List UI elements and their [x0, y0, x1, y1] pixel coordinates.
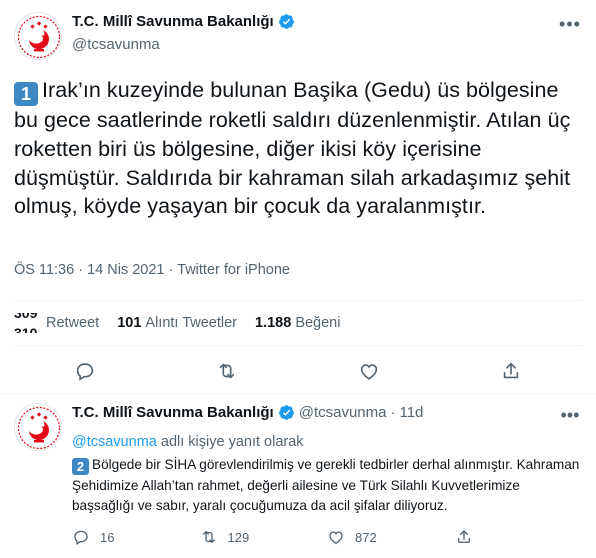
- retweet-label: Retweet: [46, 315, 100, 331]
- retweet-icon: [202, 531, 215, 543]
- reply-action[interactable]: 16: [72, 528, 200, 546]
- replying-to: @tcsavunma adlı kişiye yanıt olarak: [72, 434, 304, 450]
- msb-avatar[interactable]: [14, 12, 62, 60]
- tweet-time: ÖS 11:36: [14, 262, 75, 278]
- more-icon[interactable]: •••: [558, 403, 582, 427]
- tweet-meta: ÖS 11:36 · 14 Nis 2021 · Twitter for iPh…: [14, 262, 290, 278]
- meta-separator: ·: [78, 262, 84, 278]
- reply-tweet-text: 2 Bölgede bir SİHA görevlendirilmiş ve ge…: [72, 455, 582, 517]
- header-separator: ·: [390, 404, 396, 421]
- reply-to-mention[interactable]: @tcsavunma: [72, 434, 157, 450]
- verified-badge-icon: [278, 14, 294, 30]
- like-count: 872: [355, 529, 377, 545]
- tweet-actions: [14, 352, 582, 390]
- share-icon[interactable]: [500, 360, 522, 382]
- like-stat[interactable]: 1.188 Beğeni: [255, 315, 340, 331]
- retweet-count-bottom: 310: [14, 325, 38, 333]
- tweet-date: 14 Nis 2021: [87, 262, 165, 278]
- retweet-action[interactable]: 129: [200, 528, 328, 546]
- quote-count: 101: [117, 315, 142, 331]
- reply-count: 16: [100, 529, 115, 545]
- reply-to-suffix: adlı kişiye yanıt olarak: [160, 434, 304, 450]
- keycap-number-badge: 2: [72, 458, 89, 475]
- msb-emblem-icon: [16, 14, 61, 59]
- like-count: 1.188: [255, 315, 292, 331]
- author-handle[interactable]: @tcsavunma: [72, 36, 160, 53]
- tweet-stats: 309 310 Retweet 101 Alıntı Tweetler 1.18…: [14, 300, 582, 346]
- like-icon: [329, 531, 343, 545]
- like-label: Beğeni: [295, 315, 341, 331]
- reply-icon: [74, 530, 88, 545]
- retweet-icon[interactable]: [216, 360, 238, 382]
- tweet-text: 1 Irak’ın kuzeyinde bulunan Başika (Gedu)…: [14, 76, 582, 221]
- msb-emblem-icon: [16, 405, 61, 450]
- like-action[interactable]: 872: [327, 528, 455, 546]
- author-display-name[interactable]: T.C. Millî Savunma Bakanlığı: [72, 13, 274, 30]
- reply-header: T.C. Millî Savunma Bakanlığı @tcsavunma …: [72, 404, 423, 421]
- retweet-stat[interactable]: 309 310 Retweet: [14, 313, 99, 333]
- author-display-name[interactable]: T.C. Millî Savunma Bakanlığı: [72, 404, 274, 421]
- tweet-body: Irak’ın kuzeyinde bulunan Başika (Gedu) …: [14, 78, 571, 219]
- retweet-count: 129: [227, 529, 250, 545]
- like-icon[interactable]: [358, 360, 380, 382]
- reply-tweet-body: Bölgede bir SİHA görevlendirilmiş ve ger…: [72, 457, 580, 513]
- share-action[interactable]: [455, 528, 583, 546]
- reply-actions: 16 129 872: [72, 525, 582, 549]
- keycap-number-badge: 1: [14, 82, 38, 106]
- meta-separator: ·: [168, 262, 174, 278]
- retweet-count-top: 309: [14, 313, 38, 321]
- main-tweet: T.C. Millî Savunma Bakanlığı @tcsavunma …: [0, 0, 596, 394]
- more-icon[interactable]: •••: [558, 12, 582, 36]
- msb-avatar[interactable]: [14, 403, 62, 451]
- quote-label: Alıntı Tweetler: [145, 315, 238, 331]
- reply-icon[interactable]: [74, 360, 96, 382]
- verified-badge-icon: [278, 405, 294, 421]
- author-handle[interactable]: @tcsavunma: [299, 404, 387, 421]
- reply-tweet[interactable]: T.C. Millî Savunma Bakanlığı @tcsavunma …: [0, 395, 596, 558]
- tweet-age[interactable]: 11d: [399, 404, 423, 421]
- tweet-time-link[interactable]: ÖS 11:36 · 14 Nis 2021: [14, 262, 165, 278]
- retweet-count-rolling: 309 310: [14, 313, 40, 333]
- quote-stat[interactable]: 101 Alıntı Tweetler: [117, 315, 237, 331]
- tweet-source-link[interactable]: Twitter for iPhone: [177, 262, 290, 278]
- share-icon: [457, 530, 470, 543]
